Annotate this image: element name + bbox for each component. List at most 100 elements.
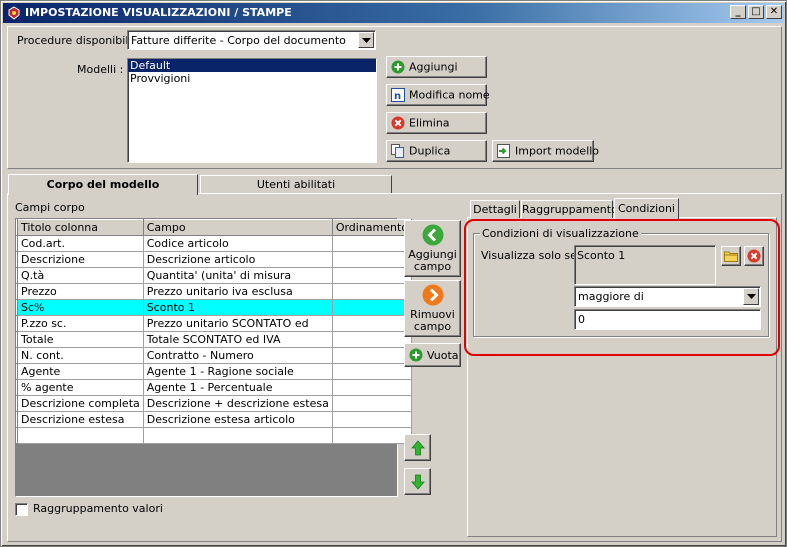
window-title: IMPOSTAZIONE VISUALIZZAZIONI / STAMPE <box>25 6 292 19</box>
tab-condizioni[interactable]: Condizioni <box>614 198 679 219</box>
table-row[interactable]: Q.tà Quantita' (unita' di misura <box>16 267 413 284</box>
duplica-button[interactable]: Duplica <box>386 140 487 162</box>
svg-text:n: n <box>394 91 401 102</box>
cell-titolo[interactable]: Sc% <box>17 299 144 316</box>
column-header-titolo[interactable]: Titolo colonna <box>17 219 144 236</box>
cell-campo[interactable]: Descrizione + descrizione estesa <box>142 395 333 412</box>
aggiungi-campo-button[interactable]: Aggiungi campo <box>404 220 461 277</box>
cell-campo[interactable]: Agente 1 - Percentuale <box>142 379 333 396</box>
cell-titolo[interactable]: N. cont. <box>17 347 144 364</box>
procedure-value: Fatture differite - Corpo del documento <box>131 34 346 47</box>
aggiungi-campo-line2: campo <box>413 260 452 273</box>
cell-campo[interactable] <box>142 427 333 444</box>
title-bar[interactable]: IMPOSTAZIONE VISUALIZZAZIONI / STAMPE _ … <box>3 3 784 23</box>
column-header-ordinamento[interactable]: Ordinamento <box>331 219 413 236</box>
cell-titolo[interactable]: P.zzo sc. <box>17 315 144 332</box>
vuota-label: Vuota <box>427 349 459 362</box>
move-up-button[interactable] <box>404 434 431 461</box>
tab-raggruppamento-label: Raggruppamento <box>522 203 618 216</box>
cell-titolo[interactable]: Cod.art. <box>17 235 144 252</box>
cell-campo[interactable]: Prezzo unitario iva esclusa <box>142 283 333 300</box>
cell-campo[interactable]: Contratto - Numero <box>142 347 333 364</box>
cell-ordinamento[interactable] <box>331 347 413 364</box>
tab-raggruppamento[interactable]: Raggruppamento <box>521 200 618 218</box>
vuota-button[interactable]: Vuota <box>404 343 461 367</box>
cell-titolo[interactable]: Agente <box>17 363 144 380</box>
table-row[interactable]: Totale Totale SCONTATO ed IVA <box>16 331 413 348</box>
cell-ordinamento[interactable] <box>331 395 413 412</box>
table-row[interactable]: Descrizione Descrizione articolo <box>16 251 413 268</box>
cell-campo[interactable]: Agente 1 - Ragione sociale <box>142 363 333 380</box>
cell-campo[interactable]: Codice articolo <box>142 235 333 252</box>
raggruppamento-valori-checkbox[interactable] <box>15 503 28 516</box>
tab-dettagli[interactable]: Dettagli <box>470 200 520 218</box>
arrow-right-orange-icon <box>422 284 444 306</box>
cell-titolo[interactable]: Descrizione <box>17 251 144 268</box>
cell-ordinamento[interactable] <box>331 331 413 348</box>
move-down-button[interactable] <box>404 468 431 495</box>
modelli-label: Modelli : <box>77 63 124 76</box>
table-row[interactable]: Descrizione completa Descrizione + descri… <box>16 395 413 412</box>
arrow-up-green-icon <box>411 440 425 456</box>
table-row[interactable]: Cod.art. Codice articolo <box>16 235 413 252</box>
cell-titolo[interactable]: Totale <box>17 331 144 348</box>
cell-titolo[interactable]: Descrizione completa <box>17 395 144 412</box>
cell-ordinamento[interactable] <box>331 411 413 428</box>
cell-titolo[interactable]: Descrizione estesa <box>17 411 144 428</box>
cell-campo[interactable]: Totale SCONTATO ed IVA <box>142 331 333 348</box>
tab-utenti-abilitati[interactable]: Utenti abilitati <box>200 175 392 193</box>
cell-campo[interactable]: Sconto 1 <box>142 299 333 316</box>
modelli-list[interactable]: Default Provvigioni <box>127 58 377 163</box>
aggiungi-button[interactable]: Aggiungi <box>386 56 487 78</box>
cell-ordinamento[interactable] <box>331 315 413 332</box>
rimuovi-campo-line2: campo <box>413 320 452 333</box>
raggruppamento-valori-label: Raggruppamento valori <box>33 502 163 515</box>
duplica-label: Duplica <box>409 144 451 158</box>
close-button[interactable]: ✕ <box>766 5 782 19</box>
chevron-down-icon[interactable] <box>358 32 374 48</box>
minimize-button[interactable]: _ <box>730 5 746 19</box>
cell-campo[interactable]: Prezzo unitario SCONTATO ed <box>142 315 333 332</box>
table-row[interactable]: Descrizione estesa Descrizione estesa art… <box>16 411 413 428</box>
rimuovi-campo-button[interactable]: Rimuovi campo <box>404 280 461 337</box>
cell-campo[interactable]: Descrizione estesa articolo <box>142 411 333 428</box>
cell-ordinamento[interactable] <box>331 267 413 284</box>
import-icon <box>497 144 510 158</box>
cell-titolo[interactable]: % agente <box>17 379 144 396</box>
cell-ordinamento[interactable] <box>331 427 413 444</box>
cell-campo[interactable]: Quantita' (unita' di misura <box>142 267 333 284</box>
tab-utenti-label: Utenti abilitati <box>256 178 336 191</box>
cell-ordinamento[interactable] <box>331 363 413 380</box>
cell-ordinamento[interactable] <box>331 251 413 268</box>
cell-titolo[interactable]: Q.tà <box>17 267 144 284</box>
table-row[interactable]: Agente Agente 1 - Ragione sociale <box>16 363 413 380</box>
procedure-label: Procedure disponibili : <box>17 34 139 47</box>
table-row[interactable]: % agente Agente 1 - Percentuale <box>16 379 413 396</box>
table-row[interactable] <box>16 427 413 444</box>
tab-corpo-del-modello[interactable]: Corpo del modello <box>8 174 198 195</box>
maximize-button[interactable]: □ <box>748 5 764 19</box>
add-green-icon <box>409 348 423 362</box>
campi-corpo-grid[interactable]: Titolo colonna Campo Ordinamento Cod.art… <box>15 218 413 497</box>
elimina-button[interactable]: Elimina <box>386 112 487 134</box>
cell-titolo[interactable]: Prezzo <box>17 283 144 300</box>
annotation-highlight <box>464 219 780 356</box>
cell-titolo[interactable] <box>17 427 144 444</box>
modello-item[interactable]: Default <box>128 59 376 72</box>
cell-ordinamento[interactable] <box>331 235 413 252</box>
procedure-select[interactable]: Fatture differite - Corpo del documento <box>127 30 376 50</box>
import-modello-button[interactable]: Import modello <box>492 140 599 162</box>
modifica-nome-button[interactable]: n Modifica nome <box>386 84 490 106</box>
modello-item[interactable]: Provvigioni <box>128 72 376 85</box>
cell-campo[interactable]: Descrizione articolo <box>142 251 333 268</box>
table-row[interactable]: P.zzo sc. Prezzo unitario SCONTATO ed <box>16 315 413 332</box>
column-header-campo[interactable]: Campo <box>142 219 333 236</box>
cell-ordinamento[interactable] <box>331 299 413 316</box>
delete-red-icon <box>391 116 405 130</box>
table-row[interactable]: Prezzo Prezzo unitario iva esclusa <box>16 283 413 300</box>
table-row[interactable]: Sc% Sconto 1 <box>16 299 413 316</box>
cell-ordinamento[interactable] <box>331 283 413 300</box>
table-row[interactable]: N. cont. Contratto - Numero <box>16 347 413 364</box>
app-icon <box>8 6 20 20</box>
cell-ordinamento[interactable] <box>331 379 413 396</box>
